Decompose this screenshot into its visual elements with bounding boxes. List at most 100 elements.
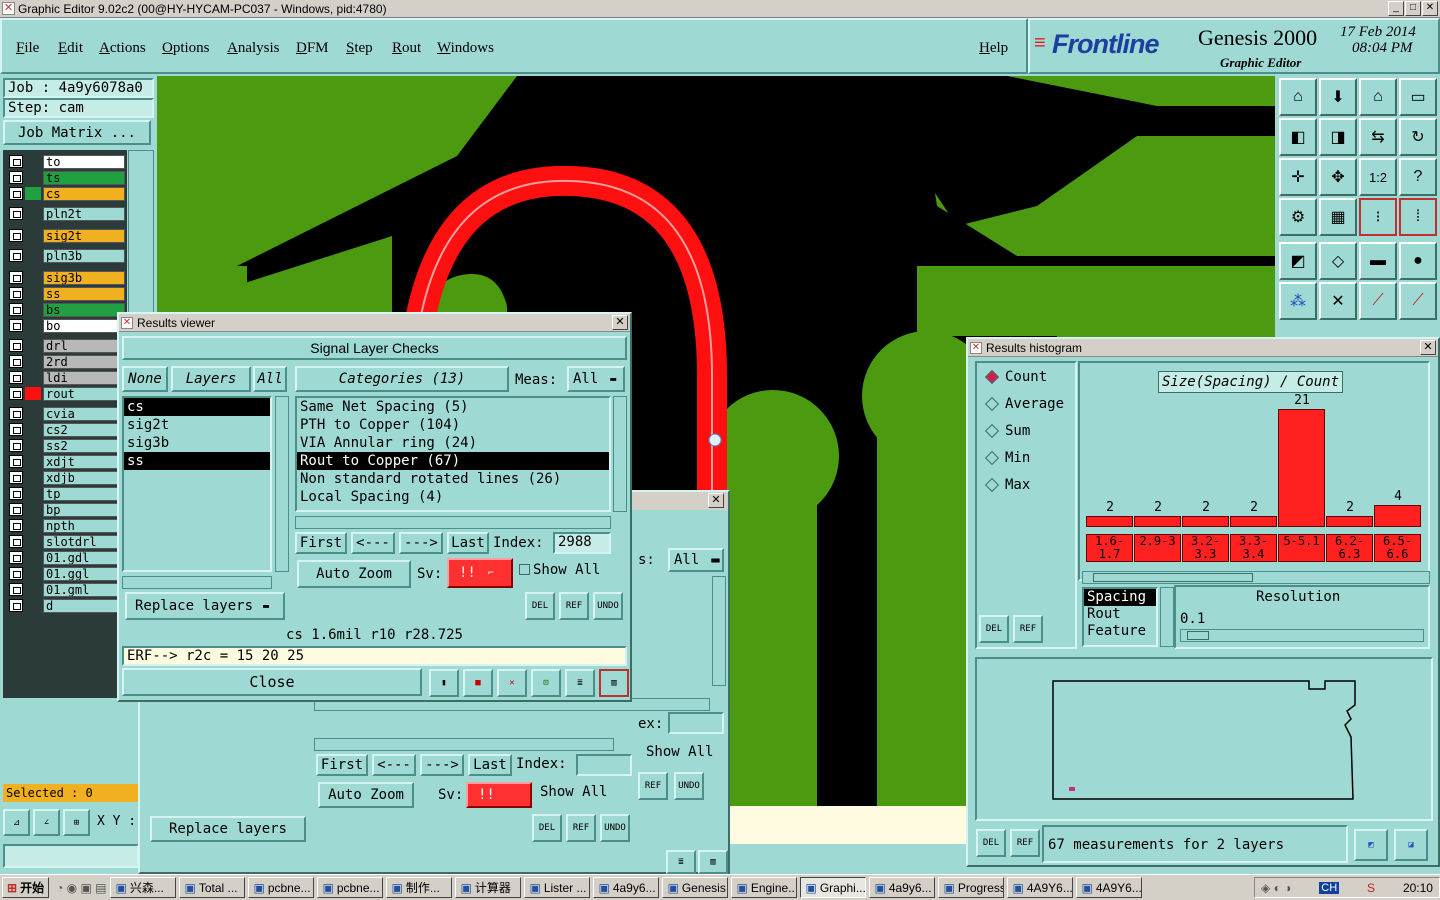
back-prev-button[interactable]: <--- [372, 754, 416, 776]
job-matrix-button[interactable]: Job Matrix ... [3, 120, 151, 145]
layer-checkbox[interactable] [9, 407, 23, 420]
category-item[interactable]: Same Net Spacing (5) [297, 398, 609, 416]
snap-icon[interactable]: ⁝ [1359, 198, 1397, 236]
taskbar-item[interactable]: ▣ Progress [938, 877, 1005, 898]
ref-cross-icon[interactable]: ✕ [497, 669, 527, 697]
layer-name[interactable]: npth [43, 518, 125, 533]
back-index-field-top[interactable] [668, 712, 724, 734]
scale-icon[interactable]: 1:2 [1359, 158, 1397, 196]
layer-row-4[interactable]: sig2t [9, 228, 125, 243]
sort-item-feature[interactable]: Feature [1084, 623, 1156, 640]
sort-list[interactable]: Spacing Rout Feature [1082, 587, 1158, 647]
layer-name[interactable]: cvia [43, 406, 125, 421]
category-hscroll[interactable] [295, 516, 611, 529]
taskbar-item[interactable]: ▣ Genesis [662, 877, 729, 898]
hist-ref-icon[interactable]: REF [1013, 615, 1043, 643]
back-auto-zoom[interactable]: Auto Zoom [318, 782, 414, 808]
fit-icon[interactable]: ✛ [1279, 158, 1317, 196]
layer-name[interactable]: 01.ggl [43, 566, 125, 581]
layer-checkbox[interactable] [9, 423, 23, 436]
show-all-checkbox[interactable] [519, 564, 530, 575]
category-vscroll[interactable] [613, 396, 627, 512]
layer-checkbox[interactable] [9, 387, 23, 400]
back-index-field[interactable] [576, 754, 632, 776]
sort-list-vscroll[interactable] [1160, 587, 1174, 647]
layer-checkbox[interactable] [9, 371, 23, 384]
layer-name[interactable]: bs [43, 302, 125, 317]
histogram-bar[interactable] [1086, 516, 1133, 527]
layer-list-hscroll[interactable] [122, 576, 272, 589]
histogram-category-label[interactable]: 3.3-3.4 [1230, 534, 1277, 562]
category-list[interactable]: Same Net Spacing (5) PTH to Copper (104) V… [295, 396, 611, 512]
layer-name[interactable]: ldi [43, 370, 125, 385]
layer-name[interactable]: cs2 [43, 422, 125, 437]
layer-row-3[interactable]: pln2t [9, 206, 125, 221]
layer-checkbox[interactable] [9, 171, 23, 184]
histogram-category-label[interactable]: 2.9-3 [1134, 534, 1181, 562]
taskbar-item[interactable]: ▣ pcbne... [248, 877, 315, 898]
histogram-category-label[interactable]: 1.6-1.7 [1086, 534, 1133, 562]
layer-row-13[interactable]: rout [9, 386, 125, 401]
menu-step[interactable]: Step [346, 40, 373, 57]
histogram-category-label[interactable]: 3.2-3.3 [1182, 534, 1229, 562]
command-line[interactable] [3, 844, 139, 868]
histogram-bar[interactable] [1182, 516, 1229, 527]
layer-checkbox[interactable] [9, 535, 23, 548]
histogram-icon[interactable]: ▥ [599, 669, 629, 697]
layer-row-12[interactable]: ldi [9, 370, 125, 385]
help-icon[interactable]: ? [1399, 158, 1437, 196]
menu-edit[interactable]: Edit [58, 40, 83, 57]
layer-row-25[interactable]: 01.gml [9, 582, 125, 597]
layer-name[interactable]: sig3b [43, 270, 125, 285]
layer-checkbox[interactable] [9, 551, 23, 564]
layer-row-1[interactable]: ts [9, 170, 125, 185]
menu-windows[interactable]: Windows [437, 40, 494, 57]
cross-icon[interactable]: ✕ [1319, 282, 1357, 320]
resolution-slider-thumb[interactable] [1187, 631, 1209, 640]
taskbar-item[interactable]: ▣ pcbne... [317, 877, 384, 898]
net-icon[interactable]: ⁂ [1279, 282, 1317, 320]
menu-dfm[interactable]: DFM [296, 40, 329, 57]
layer-row-5[interactable]: pln3b [9, 248, 125, 263]
settings-icon[interactable]: ⚙ [1279, 198, 1317, 236]
layer-checkbox[interactable] [9, 583, 23, 596]
tray-icons[interactable]: ◈ ◐ ◑ [1261, 881, 1291, 895]
maximize-button[interactable]: □ [1405, 1, 1421, 16]
zoom-in-icon[interactable]: ⬇ [1319, 78, 1357, 116]
layer-list-vscroll[interactable] [275, 396, 289, 572]
replace-layers-dropdown[interactable]: Replace layers ▬ [125, 592, 285, 620]
back-next-button[interactable]: ---> [420, 754, 464, 776]
histogram-hscroll-thumb[interactable] [1093, 573, 1253, 582]
pan-left-icon[interactable]: ◧ [1279, 118, 1317, 156]
layer-name[interactable]: to [43, 154, 125, 169]
close-button[interactable]: Close [122, 668, 422, 696]
histogram-category-label[interactable]: 6.5-6.6 [1374, 534, 1421, 562]
sort-item-spacing[interactable]: Spacing [1084, 589, 1156, 606]
layer-row-22[interactable]: slotdrl [9, 534, 125, 549]
print-icon[interactable]: ◪ [1394, 829, 1428, 861]
hist-del-icon[interactable]: DEL [979, 615, 1009, 643]
layer-name[interactable]: 01.gdl [43, 550, 125, 565]
select-icon[interactable]: ◩ [1279, 242, 1317, 280]
back-sv-dropdown[interactable]: !! [466, 782, 532, 808]
histogram-category-label[interactable]: 5-5.1 [1278, 534, 1325, 562]
layer-name[interactable]: xdjt [43, 454, 125, 469]
taskbar-item[interactable]: ▣ 4A9Y6... [1076, 877, 1143, 898]
back-hscroll-2[interactable] [314, 738, 614, 751]
highlight-icon[interactable]: ▮ [429, 669, 459, 697]
layer-name[interactable]: tp [43, 486, 125, 501]
layer-name[interactable]: bp [43, 502, 125, 517]
back-meas-dropdown[interactable]: All ▬ [668, 548, 724, 572]
back-show-all-2[interactable]: Show All [540, 784, 607, 800]
back-show-all[interactable]: Show All [646, 744, 713, 760]
back-last-button[interactable]: Last [468, 754, 512, 776]
taskbar-item[interactable]: ▣ 计算器 [455, 877, 522, 898]
layer-checkbox[interactable] [9, 355, 23, 368]
layer-checkbox[interactable] [9, 503, 23, 516]
grid-snap-icon[interactable]: ⊞ [63, 809, 90, 836]
layer-row-21[interactable]: npth [9, 518, 125, 533]
layer-checkbox[interactable] [9, 599, 23, 612]
layer-list-item[interactable]: sig2t [124, 416, 270, 434]
category-item[interactable]: VIA Annular ring (24) [297, 434, 609, 452]
layer-checkbox[interactable] [9, 271, 23, 284]
